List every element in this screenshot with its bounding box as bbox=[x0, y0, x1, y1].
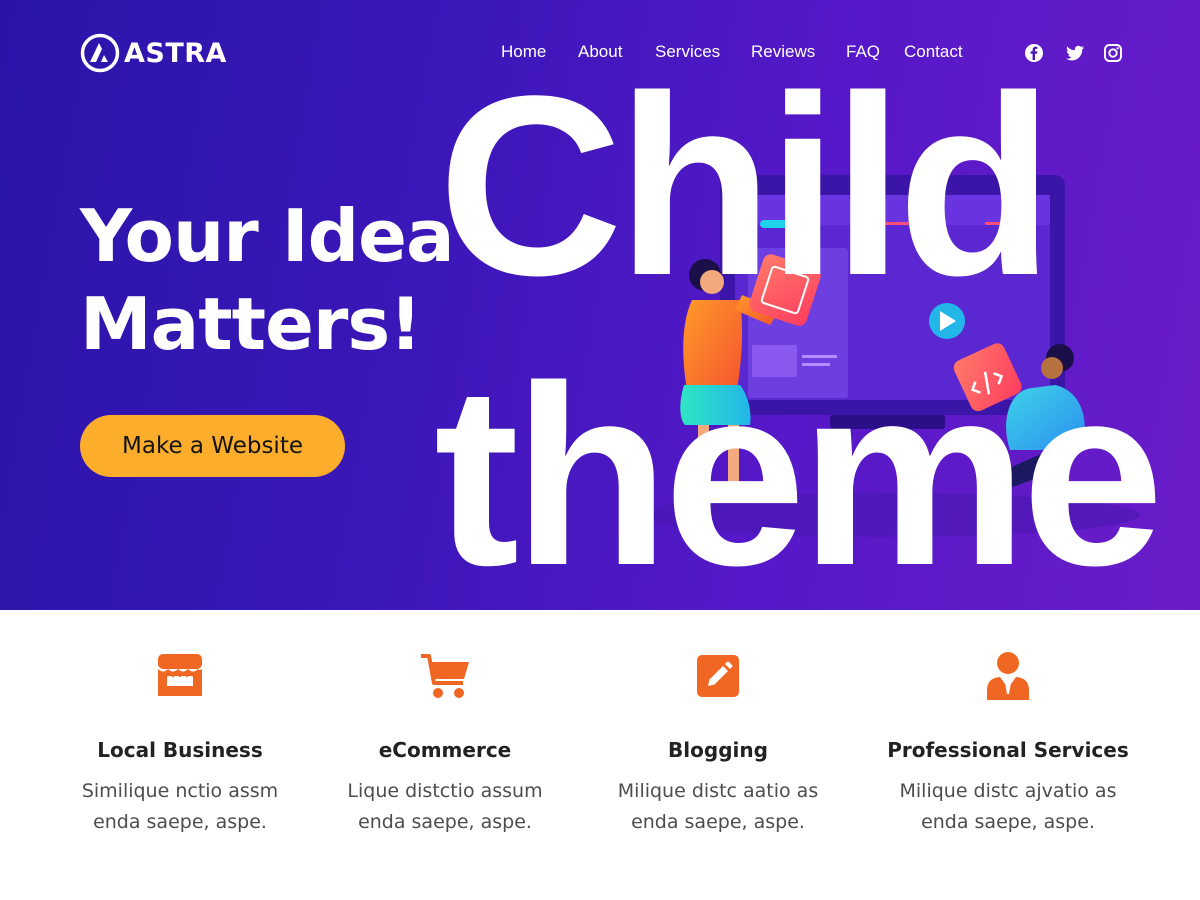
twitter-icon[interactable] bbox=[1065, 43, 1085, 63]
feature-desc: Milique distc ajvatio as enda saepe, asp… bbox=[899, 780, 1117, 833]
edit-icon bbox=[697, 655, 739, 697]
feature-title: Blogging bbox=[668, 738, 768, 762]
feature-desc: Milique distc aatio as enda saepe, aspe. bbox=[617, 780, 819, 833]
headline-line-1: Your Idea bbox=[80, 194, 455, 278]
feature-professional-services: Professional Services Milique distc ajva… bbox=[858, 650, 1158, 838]
overlay-text-child: Child bbox=[438, 43, 1054, 329]
hero-section: ASTRA Home About Services Reviews FAQ Co… bbox=[0, 0, 1200, 610]
headline-line-2: Matters! bbox=[80, 282, 422, 366]
feature-desc: Similique nctio assm enda saepe, aspe. bbox=[81, 780, 279, 833]
feature-title: Professional Services bbox=[887, 738, 1129, 762]
instagram-icon[interactable] bbox=[1103, 43, 1123, 63]
feature-ecommerce: eCommerce Lique distctio assum enda saep… bbox=[295, 650, 595, 838]
feature-local-business: Local Business Similique nctio assm enda… bbox=[30, 650, 330, 838]
make-website-button[interactable]: Make a Website bbox=[80, 415, 345, 477]
overlay-text-theme: theme bbox=[434, 333, 1164, 610]
feature-title: Local Business bbox=[97, 738, 263, 762]
person-tie-icon bbox=[987, 652, 1029, 700]
cart-icon bbox=[421, 654, 469, 698]
feature-desc: Lique distctio assum enda saepe, aspe. bbox=[347, 780, 543, 833]
feature-title: eCommerce bbox=[378, 738, 512, 762]
hero-headline: Your Idea Matters! bbox=[80, 192, 455, 368]
feature-blogging: Blogging Milique distc aatio as enda sae… bbox=[568, 650, 868, 838]
store-icon bbox=[158, 654, 202, 696]
features-section: Local Business Similique nctio assm enda… bbox=[0, 610, 1200, 900]
